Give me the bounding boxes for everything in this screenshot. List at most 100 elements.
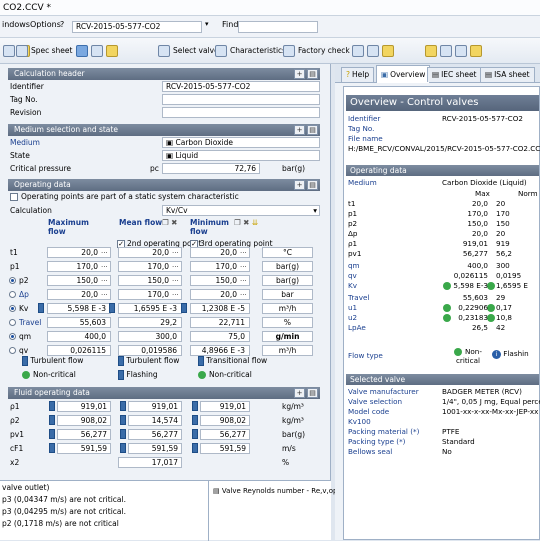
info-icon[interactable] (440, 45, 452, 57)
op-max-field[interactable]: 55,603 (47, 317, 111, 328)
print-icon[interactable]: ▤ (307, 69, 318, 79)
find-input[interactable] (238, 21, 318, 33)
row-radio[interactable] (9, 291, 16, 298)
op-min-field[interactable]: 22,711 (190, 317, 250, 328)
characteristics-button[interactable]: Characteristics (215, 43, 286, 59)
state-field[interactable]: ▣ Liquid (162, 150, 320, 161)
print-icon[interactable]: ▤ (307, 125, 318, 135)
flag-icon[interactable] (455, 45, 467, 57)
op-unit[interactable]: % (262, 317, 313, 328)
tool-group-2[interactable] (76, 43, 118, 59)
identifier-combo[interactable]: RCV-2015-05-577-CO2 (72, 21, 202, 33)
more-icon[interactable]: ... (172, 247, 179, 255)
identifier-field[interactable]: RCV-2015-05-577-CO2 (162, 81, 320, 92)
fluid-mean-field[interactable]: 17,017 (118, 457, 182, 468)
op-max-field[interactable]: 5,598 E -3 (47, 303, 111, 314)
tagno-field[interactable] (162, 94, 320, 105)
op-max-field[interactable]: 400,0 (47, 331, 111, 342)
expand-icon[interactable]: + (294, 69, 305, 79)
mean-tools-icon[interactable]: ❐ ✖ (162, 218, 177, 227)
medium-section[interactable]: Medium selection and state + ▤ (8, 124, 320, 136)
op-unit[interactable]: g/min (262, 331, 313, 342)
fluid-mean-field[interactable]: 591,59 (128, 443, 182, 454)
document-icon[interactable] (352, 45, 364, 57)
expand-icon[interactable]: + (294, 180, 305, 190)
more-icon[interactable]: ... (172, 261, 179, 269)
critical-pressure-field[interactable]: 72,76 (162, 163, 260, 174)
fluid-max-field[interactable] (47, 457, 111, 468)
op-max-field[interactable]: 0,026115 (47, 345, 111, 356)
op-mean-field[interactable]: 300,0 (118, 331, 182, 342)
more-icon[interactable]: ... (101, 275, 108, 283)
op-unit[interactable]: bar(g) (262, 275, 313, 286)
new-icon[interactable] (3, 45, 15, 57)
fluid-section[interactable]: Fluid operating data + ▤ (8, 387, 320, 399)
fluid-min-field[interactable]: 919,01 (200, 401, 250, 412)
op-unit[interactable]: m³/h (262, 303, 313, 314)
op-unit[interactable]: m³/h (262, 345, 313, 356)
fluid-max-field[interactable]: 56,277 (57, 429, 111, 440)
export-icon[interactable] (91, 45, 103, 57)
fluid-max-field[interactable]: 919,01 (57, 401, 111, 412)
notes-icon[interactable] (425, 45, 437, 57)
import-icon[interactable] (76, 45, 88, 57)
menu-options[interactable]: Options (30, 20, 61, 29)
fluid-mean-field[interactable]: 14,574 (128, 415, 182, 426)
chevron-down-icon[interactable]: ▾ (205, 20, 209, 28)
more-icon[interactable]: ... (172, 289, 179, 297)
tool-group-4[interactable] (425, 43, 482, 59)
lock-icon[interactable] (470, 45, 482, 57)
more-icon[interactable]: ... (101, 261, 108, 269)
fluid-min-field[interactable]: 908,02 (200, 415, 250, 426)
static-system-checkbox[interactable] (10, 193, 18, 201)
row-radio[interactable] (9, 319, 16, 326)
menu-windows[interactable]: indows (2, 20, 30, 29)
row-radio[interactable] (9, 305, 16, 312)
op-min-field[interactable]: 75,0 (190, 331, 250, 342)
op-unit[interactable]: bar(g) (262, 261, 313, 272)
fluid-min-field[interactable]: 591,59 (200, 443, 250, 454)
tool-group-3[interactable] (352, 43, 394, 59)
expand-icon[interactable]: + (294, 125, 305, 135)
print-icon[interactable] (367, 45, 379, 57)
fluid-mean-field[interactable]: 56,277 (128, 429, 182, 440)
more-icon[interactable]: ... (101, 247, 108, 255)
star-icon[interactable] (382, 45, 394, 57)
fluid-mean-field[interactable]: 919,01 (128, 401, 182, 412)
more-icon[interactable]: ... (101, 289, 108, 297)
menu-help[interactable]: ? (60, 20, 64, 29)
more-icon[interactable]: ... (240, 289, 247, 297)
tab-isa-sheet[interactable]: ▤ ISA sheet (480, 67, 535, 82)
tab-help[interactable]: ? Help (341, 67, 375, 82)
calculation-select[interactable]: Kv/Cv ▾ (162, 205, 320, 216)
fluid-max-field[interactable]: 591,59 (57, 443, 111, 454)
expand-icon[interactable]: + (294, 388, 305, 398)
revision-field[interactable] (162, 107, 320, 118)
factory-check-button[interactable]: Factory check (283, 43, 350, 59)
folder-icon[interactable] (106, 45, 118, 57)
op-unit[interactable]: °C (262, 247, 313, 258)
more-icon[interactable]: ... (240, 261, 247, 269)
spec-sheet-button[interactable]: Spec sheet (16, 43, 72, 59)
op-mean-field[interactable]: 0,019586 (118, 345, 182, 356)
op-mean-field[interactable]: 1,6595 E -3 (118, 303, 182, 314)
more-icon[interactable]: ... (240, 275, 247, 283)
more-icon[interactable]: ... (240, 247, 247, 255)
select-valve-button[interactable]: Select valve (158, 43, 219, 59)
print-icon[interactable]: ▤ (307, 180, 318, 190)
op-min-field[interactable]: 4,8966 E -3 (190, 345, 250, 356)
tab-overview[interactable]: ▣ Overview (376, 65, 431, 83)
row-radio[interactable] (9, 333, 16, 340)
fluid-max-field[interactable]: 908,02 (57, 415, 111, 426)
fluid-min-field[interactable] (190, 457, 250, 468)
fluid-min-field[interactable]: 56,277 (200, 429, 250, 440)
row-radio[interactable] (9, 277, 16, 284)
op-mean-field[interactable]: 29,2 (118, 317, 182, 328)
more-icon[interactable]: ... (172, 275, 179, 283)
min-tools-icon[interactable]: ❐ ✖ ⇊ (234, 218, 258, 227)
print-icon[interactable]: ▤ (307, 388, 318, 398)
calc-header-section[interactable]: Calculation header + ▤ (8, 68, 320, 80)
row-radio[interactable] (9, 347, 16, 354)
op-min-field[interactable]: 1,2308 E -5 (190, 303, 250, 314)
op-unit[interactable]: bar (262, 289, 313, 300)
